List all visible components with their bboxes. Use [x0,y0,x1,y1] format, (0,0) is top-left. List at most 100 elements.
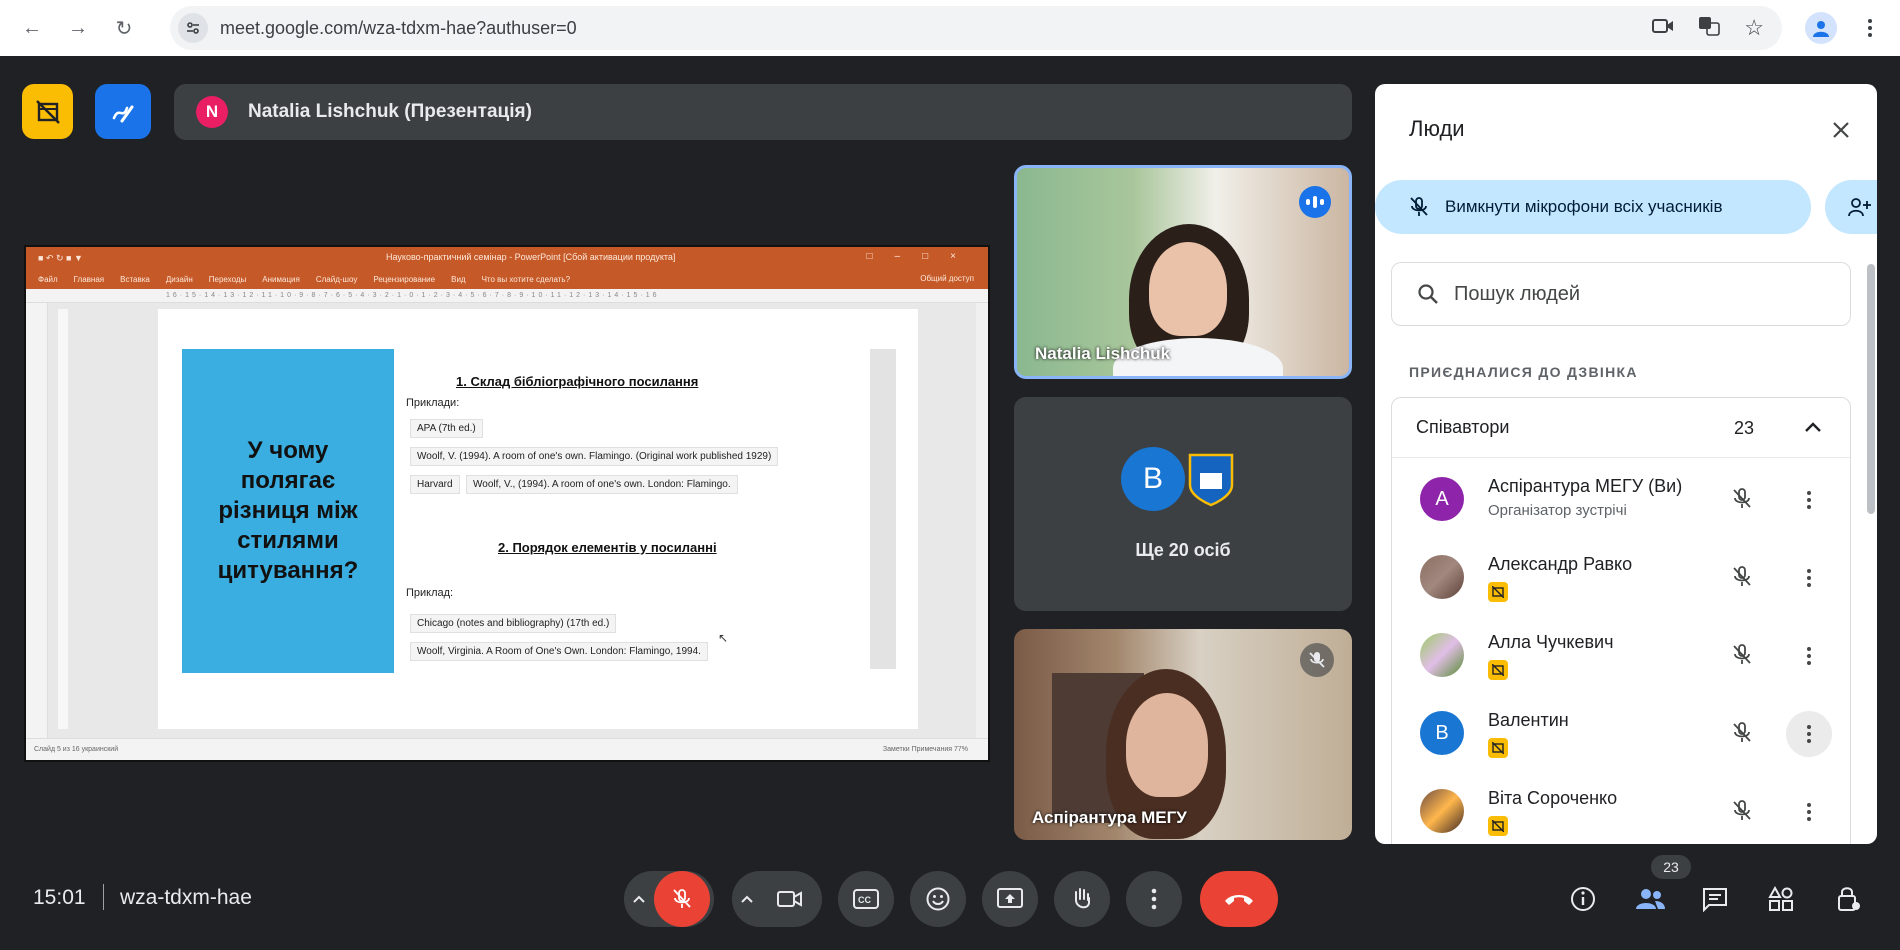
svg-text:CC: CC [858,895,871,905]
group-title: Співавтори [1416,417,1510,437]
profile-avatar-icon[interactable] [1805,12,1837,44]
video-tile-aspirantura[interactable]: Аспірантура МЕГУ [1014,629,1352,840]
participant-row[interactable]: B Валентин [1392,694,1852,772]
video-tile-others[interactable]: B Ще 20 осіб [1014,397,1352,611]
translate-icon[interactable] [1698,16,1721,41]
mouse-cursor-icon: ↖ [718,631,729,645]
tile-name: Natalia Lishchuk [1035,344,1171,363]
mute-all-button[interactable]: Вимкнути мікрофони всіх учасників [1375,180,1811,234]
meeting-code: wza-tdxm-hae [120,886,252,909]
people-icon[interactable] [1630,882,1670,916]
ppt-status-right: Заметки Примечания 77% [882,746,968,753]
mic-off-icon[interactable] [1726,483,1758,515]
mic-control-group [624,871,714,927]
ppt-status-left: Слайд 5 из 16 украинский [34,746,119,753]
participant-name: Алла Чучкевич [1488,632,1614,652]
chat-icon[interactable] [1698,882,1732,916]
camera-in-use-icon[interactable] [1652,18,1674,39]
ppt-window-controls-icon: □–□× [866,251,978,262]
add-people-button[interactable] [1825,180,1877,234]
participant-row[interactable]: A Аспірантура МЕГУ (Ви) Організатор зуст… [1392,460,1852,538]
leave-call-button[interactable] [1200,871,1278,927]
ribbon-tab: Рецензирование [373,274,436,284]
video-options-chevron-icon[interactable] [732,871,762,927]
audio-options-chevron-icon[interactable] [624,871,654,927]
more-options-button[interactable] [1126,871,1182,927]
present-to-all-icon [997,888,1023,908]
raise-hand-button[interactable] [1054,871,1110,927]
slide-question-block: У чому полягає різниця між стилями цитув… [182,349,394,673]
address-bar[interactable]: meet.google.com/wza-tdxm-hae?authuser=0 … [170,6,1782,50]
ppt-quick-access-icons: ■ ↶ ↻ ■ ▼ [38,252,83,263]
activities-icon[interactable] [1764,882,1798,916]
participant-face [1149,242,1227,336]
host-controls-button[interactable] [22,84,73,139]
muted-mic-icon [1300,643,1334,677]
site-settings-icon[interactable] [178,13,208,43]
mic-toggle-button[interactable] [654,871,710,927]
close-icon[interactable] [1823,112,1859,148]
ppt-scrollbar [976,303,988,738]
reload-icon[interactable]: ↻ [108,12,140,44]
example-label: Приклад: [406,587,454,599]
speaking-indicator-icon [1299,186,1331,218]
search-input[interactable] [1454,282,1834,306]
meeting-details-icon[interactable] [1566,882,1600,916]
mic-off-icon[interactable] [1726,639,1758,671]
participant-name: Аспірантура МЕГУ (Ви) [1488,476,1683,496]
contributors-header[interactable]: Співавтори 23 [1392,398,1850,458]
videocam-icon [777,891,802,907]
bookmark-star-icon[interactable]: ☆ [1744,15,1764,41]
ppt-statusbar: Слайд 5 из 16 украинский Заметки Примеча… [26,738,988,760]
participant-row[interactable]: Александр Равко [1392,538,1852,616]
participant-role: Організатор зустрічі [1488,502,1627,519]
presenter-avatar: N [196,96,228,128]
reactions-button[interactable] [910,871,966,927]
ppt-titlebar: ■ ↶ ↻ ■ ▼ Науково-практичний семінар - P… [26,247,988,269]
more-options-icon[interactable] [1786,633,1832,679]
mic-off-icon[interactable] [1726,561,1758,593]
participant-face [1126,693,1208,797]
ppt-workspace: У чому полягає різниця між стилями цитув… [26,303,988,738]
participant-avatar: A [1420,477,1464,521]
harvard-example: Woolf, V., (1994). A room of one's own. … [466,475,738,494]
ribbon-tab: Вид [451,274,466,284]
back-arrow-icon[interactable]: ← [16,12,48,44]
meeting-time: 15:01 [33,886,86,909]
panel-scrollbar[interactable] [1867,264,1875,514]
slide-question-text: У чому полягає різниця між стилями цитув… [217,437,359,584]
ppt-ruler: 16·15·14·13·12·11·10·9·8·7·6·5·4·3·2·1·0… [26,289,988,303]
host-badge-icon [1488,660,1508,680]
harvard-label: Harvard [410,475,460,494]
shared-screen: ■ ↶ ↻ ■ ▼ Науково-практичний семінар - P… [24,245,990,762]
url-text[interactable]: meet.google.com/wza-tdxm-hae?authuser=0 [220,18,577,39]
more-options-icon[interactable] [1786,555,1832,601]
forward-arrow-icon[interactable]: → [62,12,94,44]
more-options-icon[interactable] [1786,711,1832,757]
mic-off-icon[interactable] [1726,795,1758,827]
person-add-icon [1848,198,1871,217]
captions-button[interactable]: CC [838,871,894,927]
video-tile-natalia[interactable]: Natalia Lishchuk [1014,165,1352,379]
host-controls-lock-icon[interactable] [1832,882,1866,916]
participant-name: Валентин [1488,710,1569,730]
more-vert-icon [1151,888,1157,910]
more-options-icon[interactable] [1786,477,1832,523]
ppt-ribbon: Файл Главная Вставка Дизайн Переходы Ани… [26,269,988,289]
search-people-box[interactable] [1391,262,1851,326]
divider [103,884,104,910]
more-options-icon[interactable] [1786,789,1832,835]
slide-grey-bar [870,349,896,669]
participant-row[interactable]: Алла Чучкевич [1392,616,1852,694]
mic-off-icon[interactable] [1726,717,1758,749]
annotation-button[interactable] [95,84,151,139]
camera-toggle-button[interactable] [762,871,818,927]
present-screen-button[interactable] [982,871,1038,927]
mic-off-icon [1410,197,1428,216]
chevron-up-icon[interactable] [1802,416,1824,443]
participant-photo-avatar [1420,633,1464,677]
participant-row[interactable]: Віта Сороченко [1392,772,1852,844]
camera-control-group [732,871,822,927]
ppt-share-label: Общий доступ [920,274,974,283]
browser-menu-icon[interactable] [1860,14,1880,42]
